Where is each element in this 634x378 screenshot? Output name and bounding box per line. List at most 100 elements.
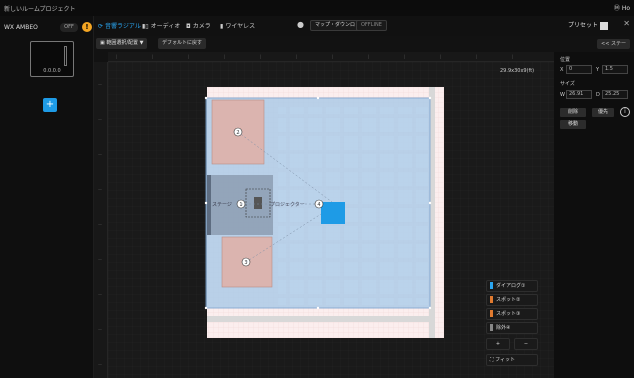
title-bar: 新しいルームプロジェクト Ⓜ Ho xyxy=(0,0,634,16)
ruler-tick: | xyxy=(188,54,190,59)
resize-handle[interactable] xyxy=(428,201,432,205)
tab-label: オーディオ xyxy=(150,23,181,30)
zone-spot3-button[interactable]: スポット③ xyxy=(486,308,538,320)
device-preview[interactable]: 0.0.0.0 xyxy=(30,41,74,77)
ruler-tick: | xyxy=(476,54,478,59)
window-title: 新しいルームプロジェクト xyxy=(4,6,76,13)
reset-default-button[interactable]: デフォルトに戻す xyxy=(158,38,207,49)
resize-handle[interactable] xyxy=(428,96,432,100)
tab-wireless[interactable]: ▮ ワイヤレス xyxy=(220,21,255,30)
w-label: W xyxy=(560,92,565,98)
zoom-out-button[interactable]: − xyxy=(514,338,538,350)
resize-handle[interactable] xyxy=(204,306,208,310)
ruler-tick: — xyxy=(98,82,102,87)
zone-button-label: ダイアログ① xyxy=(496,283,526,289)
projector-label: プロジェクター xyxy=(270,201,305,208)
move-button[interactable]: 移動 xyxy=(560,120,586,129)
ruler-tick: — xyxy=(98,152,102,157)
main-tabbar: ⟳ 音響ラジアル ▮▯ オーディオ ◘ カメラ ▮ ワイヤレス ● マップ・ダウンロ O… xyxy=(94,16,634,36)
resize-handle[interactable] xyxy=(316,96,320,100)
ruler-horizontal: | | | | | | | | | | | | xyxy=(108,52,554,62)
ruler-vertical: — — — — — — — — — xyxy=(94,62,108,378)
ruler-tick: — xyxy=(98,257,102,262)
add-device-button[interactable]: + xyxy=(43,98,57,112)
device-bar-icon xyxy=(64,46,67,66)
ruler-tick: | xyxy=(224,54,226,59)
depth-input[interactable]: 25.25 xyxy=(602,90,628,99)
ruler-tick: — xyxy=(98,187,102,192)
ruler-tick: | xyxy=(368,54,370,59)
preset-selector[interactable]: プリセット xyxy=(568,20,608,30)
device-version: 0.0.0.0 xyxy=(43,68,61,74)
tab-label: 音響ラジアル xyxy=(105,23,141,30)
close-icon[interactable]: ✕ xyxy=(623,19,630,28)
mic-icon[interactable]: ● xyxy=(297,20,306,31)
tab-audio[interactable]: ▮▯ オーディオ xyxy=(142,21,180,30)
zone-spot2-button[interactable]: スポット② xyxy=(486,294,538,306)
zone-color-icon xyxy=(490,296,493,303)
device-row[interactable]: WX AMBEO OFF ! xyxy=(0,22,94,34)
zone-color-icon xyxy=(490,310,493,317)
area-select-dropdown[interactable]: ▣ 範囲選択/配置 ▼ xyxy=(96,38,148,49)
zone-1-label: 1 xyxy=(239,202,242,208)
stage-label: ステージ xyxy=(212,202,232,208)
acoustic-icon: ⟳ xyxy=(98,23,104,30)
zone-button-label: 除外④ xyxy=(496,325,511,331)
canvas-toolbar: ▣ 範囲選択/配置 ▼ デフォルトに戻す << ステー xyxy=(94,36,634,52)
fit-button[interactable]: ⛶ フィット xyxy=(486,354,538,366)
ruler-tick: | xyxy=(152,54,154,59)
priority-button[interactable]: 優先 xyxy=(592,108,614,117)
preset-label: プリセット xyxy=(567,22,598,29)
room-dimensions: 29.9x30x9(ft) xyxy=(500,68,535,74)
zone-button-label: スポット③ xyxy=(496,311,521,317)
zone-color-icon xyxy=(490,324,493,331)
resize-handle[interactable] xyxy=(428,306,432,310)
zone-exclude-button[interactable]: 除外④ xyxy=(486,322,538,334)
tab-label: カメラ xyxy=(192,23,211,30)
warning-icon[interactable]: ! xyxy=(82,22,92,32)
x-input[interactable]: 0 xyxy=(566,65,592,74)
ruler-tick: — xyxy=(98,117,102,122)
zone-color-icon xyxy=(490,282,493,289)
tab-acoustic[interactable]: ⟳ 音響ラジアル xyxy=(98,21,141,30)
ruler-tick: | xyxy=(404,54,406,59)
zone-3-label: 3 xyxy=(244,260,247,266)
x-label: X xyxy=(560,67,564,73)
resize-handle[interactable] xyxy=(316,306,320,310)
y-input[interactable]: 1.5 xyxy=(602,65,628,74)
ruler-tick: | xyxy=(332,54,334,59)
camera-icon: ◘ xyxy=(186,23,191,30)
ruler-tick: | xyxy=(260,54,262,59)
ruler-tick: | xyxy=(296,54,298,59)
y-label: Y xyxy=(596,67,600,73)
d-label: D xyxy=(596,92,600,98)
ruler-tick: | xyxy=(116,54,118,59)
device-toggle[interactable]: OFF xyxy=(60,23,78,32)
offline-button[interactable]: OFFLINE xyxy=(356,20,387,31)
width-input[interactable]: 26.91 xyxy=(566,90,592,99)
stage-collapse-button[interactable]: << ステー xyxy=(597,39,630,49)
ruler-tick: — xyxy=(98,292,102,297)
zoom-in-button[interactable]: + xyxy=(486,338,510,350)
audio-icon: ▮▯ xyxy=(142,23,149,30)
position-heading: 位置 xyxy=(560,57,571,63)
device-panel: WX AMBEO OFF ! 0.0.0.0 + xyxy=(0,16,94,378)
mic-device[interactable] xyxy=(321,202,345,224)
tab-camera[interactable]: ◘ カメラ xyxy=(186,21,211,30)
ruler-tick: — xyxy=(98,362,102,367)
ruler-tick: | xyxy=(440,54,442,59)
resize-handle[interactable] xyxy=(204,96,208,100)
map-download-button[interactable]: マップ・ダウンロ xyxy=(310,20,361,31)
room-wall-bottom xyxy=(207,316,435,322)
properties-panel: 位置 X 0 Y 1.5 サイズ W 26.91 D 25.25 削除 優先 i… xyxy=(554,52,634,378)
ruler-tick: — xyxy=(98,222,102,227)
resize-handle[interactable] xyxy=(204,201,208,205)
stage-edge xyxy=(207,175,211,235)
ruler-tick: | xyxy=(512,54,514,59)
preset-box-icon xyxy=(600,21,608,30)
zone-dialog-button[interactable]: ダイアログ① xyxy=(486,280,538,292)
info-icon[interactable]: i xyxy=(620,107,630,117)
delete-button[interactable]: 削除 xyxy=(560,108,586,117)
device-name: WX AMBEO xyxy=(4,24,38,31)
zone-button-label: スポット② xyxy=(496,297,521,303)
